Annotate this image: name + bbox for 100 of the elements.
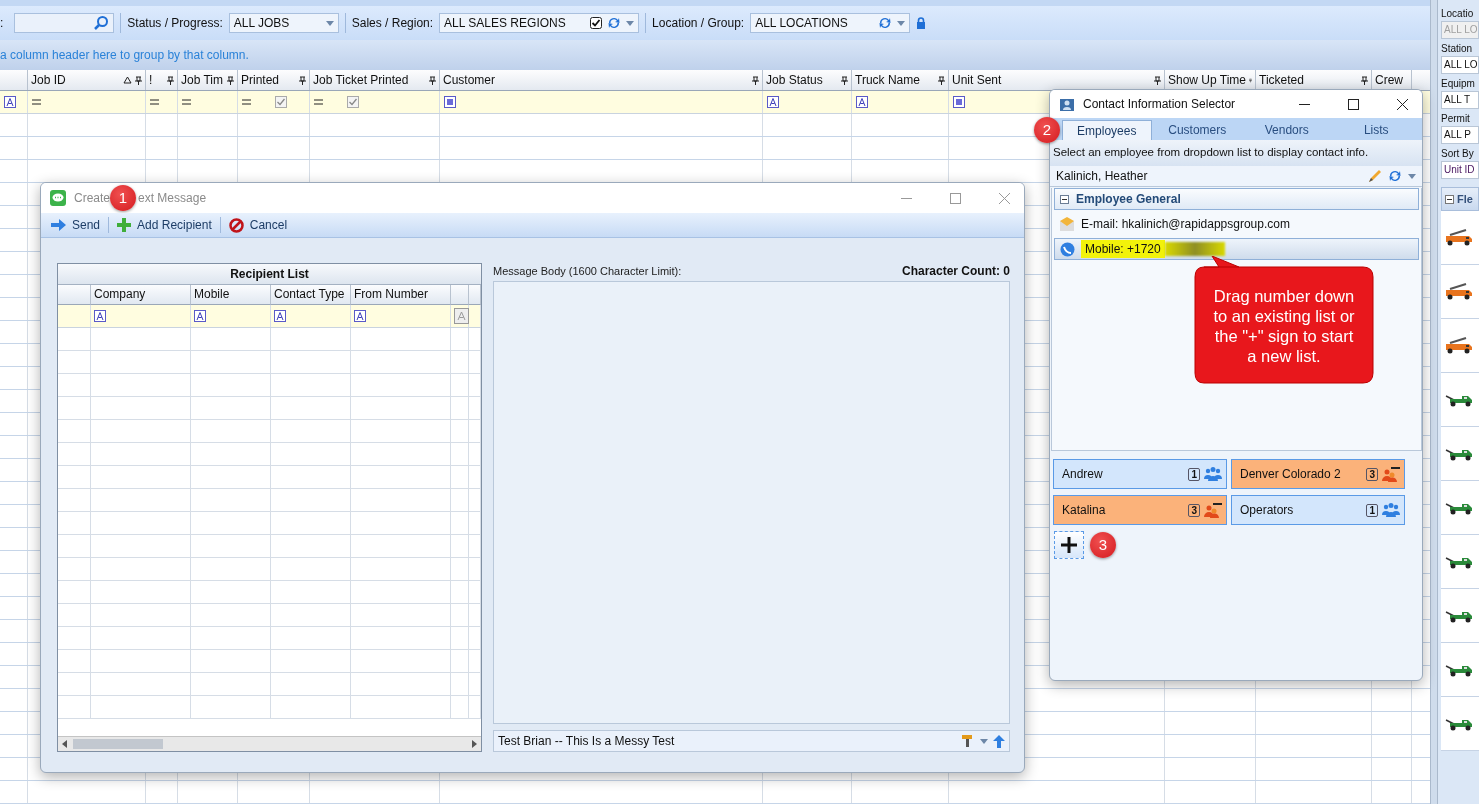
people-icon <box>1382 466 1400 482</box>
checkbox[interactable] <box>590 17 603 29</box>
pin-icon[interactable] <box>841 75 848 85</box>
fleet-unit-tile[interactable] <box>1441 589 1479 643</box>
fleet-unit-tile[interactable] <box>1441 427 1479 481</box>
equals-operator-icon[interactable] <box>150 99 159 105</box>
column-header[interactable]: Job ID <box>28 70 146 90</box>
status-dropdown[interactable]: ALL JOBS <box>228 13 339 33</box>
cancel-button[interactable]: Cancel <box>224 214 292 236</box>
pin-icon[interactable] <box>938 75 945 85</box>
text-filter-icon[interactable] <box>354 310 366 322</box>
scroll-right-icon[interactable] <box>470 740 478 748</box>
message-body-field[interactable] <box>493 281 1010 724</box>
send-button[interactable]: Send <box>47 214 105 236</box>
column-header[interactable]: Customer <box>440 70 763 90</box>
search-icon[interactable] <box>93 15 110 31</box>
add-list-button[interactable] <box>1054 531 1084 559</box>
checkbox-filter-icon[interactable] <box>347 96 359 108</box>
contact-card-icon <box>1059 96 1075 112</box>
caret-icon[interactable] <box>980 738 988 744</box>
column-header[interactable]: Contact Type <box>271 285 351 305</box>
pin-icon[interactable] <box>429 75 436 85</box>
tab[interactable]: Lists <box>1332 120 1420 140</box>
pin-icon[interactable] <box>299 75 306 85</box>
collapse-icon[interactable] <box>1445 194 1454 204</box>
column-header[interactable]: ! <box>146 70 178 90</box>
checkbox-filter-icon[interactable] <box>275 96 287 108</box>
equals-operator-icon[interactable] <box>182 99 191 105</box>
refresh-icon[interactable] <box>607 16 622 30</box>
contact-list-card[interactable]: Katalina 3 <box>1053 495 1227 525</box>
up-arrow-icon[interactable] <box>993 734 1005 748</box>
filter-dropdown[interactable]: Unit ID <box>1441 161 1479 179</box>
text-filter-icon[interactable] <box>274 310 286 322</box>
caret-icon[interactable] <box>1408 173 1416 179</box>
tab[interactable]: Customers <box>1153 120 1241 140</box>
tab[interactable]: Employees <box>1062 120 1152 140</box>
filter-dropdown[interactable]: ALL LO <box>1441 56 1479 74</box>
contact-entry[interactable]: E-mail: hkalinich@rapidappsgroup.com <box>1054 214 1419 234</box>
contact-list-card[interactable]: Operators 1 <box>1231 495 1405 525</box>
filter-label: Permit <box>1441 113 1471 124</box>
equals-operator-icon[interactable] <box>314 99 323 105</box>
field-label: : <box>0 16 4 30</box>
fleet-unit-tile[interactable] <box>1441 643 1479 697</box>
list-filter-icon[interactable] <box>953 96 965 108</box>
fleet-unit-tile[interactable] <box>1441 319 1479 373</box>
column-header[interactable]: Job Tim <box>178 70 238 90</box>
sales-dropdown[interactable]: ALL SALES REGIONS <box>439 13 640 33</box>
text-filter-icon[interactable] <box>767 96 779 108</box>
location-dropdown[interactable]: ALL LOCATIONS <box>750 13 911 33</box>
refresh-icon[interactable] <box>878 16 893 30</box>
text-filter-icon[interactable] <box>4 96 16 108</box>
fleet-unit-tile[interactable] <box>1441 535 1479 589</box>
column-header[interactable]: From Number <box>351 285 451 305</box>
pin-icon[interactable] <box>752 75 759 85</box>
list-filter-icon[interactable] <box>444 96 456 108</box>
column-header[interactable]: Truck Name <box>852 70 949 90</box>
fleet-group-header[interactable]: Fle <box>1441 187 1479 211</box>
text-filter-icon[interactable] <box>194 310 206 322</box>
pin-icon[interactable] <box>1361 75 1368 85</box>
fleet-unit-tile[interactable] <box>1441 697 1479 751</box>
pin-icon[interactable] <box>135 75 142 85</box>
column-header[interactable]: Printed <box>238 70 310 90</box>
column-header[interactable]: Job Status <box>763 70 852 90</box>
lock-icon[interactable] <box>916 17 927 29</box>
pencil-icon[interactable] <box>1368 169 1382 183</box>
equals-operator-icon[interactable] <box>32 99 41 105</box>
template-dropdown[interactable]: Test Brian -- This Is a Messy Test <box>493 730 1010 752</box>
fleet-unit-tile[interactable] <box>1441 211 1479 265</box>
pin-icon[interactable] <box>227 75 234 85</box>
column-header[interactable]: Company <box>91 285 191 305</box>
horizontal-scrollbar[interactable] <box>58 736 481 751</box>
scroll-left-icon[interactable] <box>61 740 69 748</box>
filter-dropdown[interactable]: ALL T <box>1441 91 1479 109</box>
text-filter-icon[interactable] <box>856 96 868 108</box>
section-header[interactable]: Employee General <box>1054 188 1419 210</box>
pin-icon[interactable] <box>167 75 174 85</box>
hammer-icon[interactable] <box>961 734 975 748</box>
collapse-icon[interactable] <box>1060 194 1069 204</box>
scroll-thumb[interactable] <box>73 739 163 749</box>
column-header[interactable]: Mobile <box>191 285 271 305</box>
search-field[interactable] <box>14 13 115 33</box>
add-recipient-button[interactable]: Add Recipient <box>113 214 216 236</box>
close-icon[interactable] <box>1397 98 1408 110</box>
column-header[interactable]: Job Ticket Printed <box>310 70 440 90</box>
contact-entry[interactable]: Mobile: +1720 <box>1054 238 1419 260</box>
refresh-icon[interactable] <box>1388 169 1402 183</box>
contact-list-card[interactable]: Andrew 1 <box>1053 459 1227 489</box>
text-filter-icon[interactable] <box>94 310 106 322</box>
filter-dropdown[interactable]: ALL P <box>1441 126 1479 144</box>
fleet-unit-tile[interactable] <box>1441 373 1479 427</box>
employee-dropdown[interactable]: Kalinich, Heather <box>1050 166 1422 187</box>
envelope-icon <box>1059 217 1075 231</box>
equals-operator-icon[interactable] <box>242 99 251 105</box>
tab[interactable]: Vendors <box>1243 120 1331 140</box>
contact-list-card[interactable]: Denver Colorado 2 3 <box>1231 459 1405 489</box>
maximize-icon[interactable] <box>1348 98 1359 110</box>
pin-icon[interactable] <box>1154 75 1161 85</box>
people-icon <box>1204 466 1222 482</box>
fleet-unit-tile[interactable] <box>1441 265 1479 319</box>
fleet-unit-tile[interactable] <box>1441 481 1479 535</box>
